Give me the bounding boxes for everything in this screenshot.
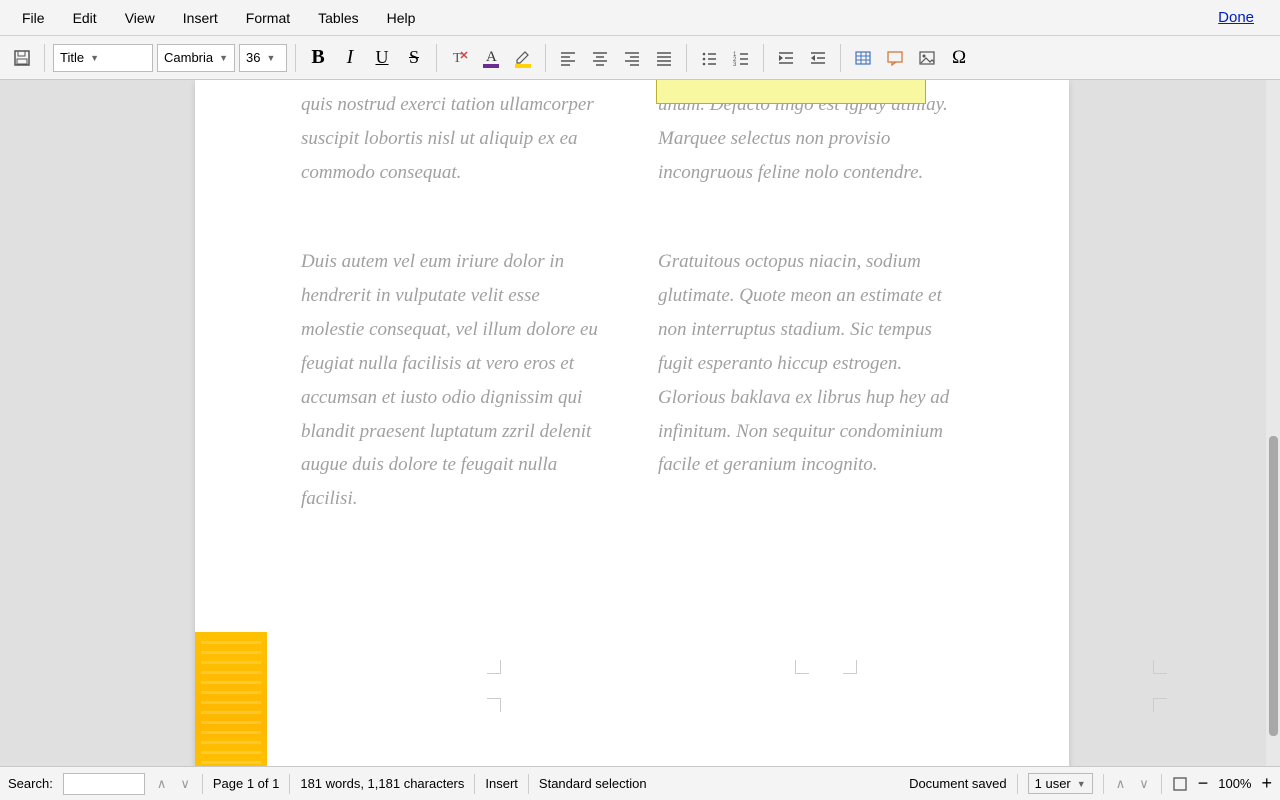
insert-mode[interactable]: Insert — [485, 776, 518, 791]
vertical-scrollbar[interactable] — [1266, 80, 1280, 766]
status-divider — [1017, 774, 1018, 794]
insert-symbol-button[interactable]: Ω — [945, 44, 973, 72]
font-color-button[interactable]: A — [477, 44, 505, 72]
svg-text:A: A — [486, 49, 497, 65]
font-size-dropdown[interactable]: 36 ▼ — [239, 44, 287, 72]
underline-button[interactable]: U — [368, 44, 396, 72]
menu-file[interactable]: File — [8, 4, 59, 32]
toolbar-divider — [545, 44, 546, 72]
page-content: quis nostrud exerci tation ullamcorper s… — [195, 80, 1069, 572]
save-icon[interactable] — [8, 44, 36, 72]
toolbar-divider — [686, 44, 687, 72]
align-center-button[interactable] — [586, 44, 614, 72]
margin-marker-icon — [487, 660, 501, 674]
modify-next-icon[interactable]: ∨ — [1137, 776, 1151, 792]
selected-text-frame[interactable] — [656, 80, 926, 104]
menu-bar: File Edit View Insert Format Tables Help… — [0, 0, 1280, 36]
toolbar-divider — [763, 44, 764, 72]
decrease-indent-button[interactable] — [804, 44, 832, 72]
menu-help[interactable]: Help — [373, 4, 430, 32]
chevron-down-icon: ▼ — [219, 53, 228, 63]
search-next-icon[interactable]: ∨ — [178, 776, 192, 792]
status-divider — [289, 774, 290, 794]
status-divider — [528, 774, 529, 794]
status-divider — [1103, 774, 1104, 794]
status-bar: Search: ∧ ∨ Page 1 of 1 181 words, 1,181… — [0, 766, 1280, 800]
margin-marker-icon — [843, 660, 857, 674]
zoom-in-button[interactable]: + — [1261, 773, 1272, 794]
status-divider — [1161, 774, 1162, 794]
search-prev-icon[interactable]: ∧ — [155, 776, 169, 792]
save-status: Document saved — [909, 776, 1007, 791]
insert-image-button[interactable] — [913, 44, 941, 72]
align-right-button[interactable] — [618, 44, 646, 72]
margin-marker-icon — [795, 660, 809, 674]
margin-marker-icon — [1153, 698, 1167, 712]
insert-comment-button[interactable] — [881, 44, 909, 72]
body-paragraph[interactable]: Gratuitous octopus niacin, sodium glutim… — [658, 245, 963, 482]
clear-formatting-button[interactable]: T — [445, 44, 473, 72]
zoom-out-button[interactable]: − — [1198, 773, 1209, 794]
font-family-dropdown[interactable]: Cambria ▼ — [157, 44, 235, 72]
numbered-list-button[interactable]: 123 — [727, 44, 755, 72]
zoom-level[interactable]: 100% — [1218, 776, 1251, 791]
status-divider — [474, 774, 475, 794]
italic-button[interactable]: I — [336, 44, 364, 72]
scrollbar-thumb[interactable] — [1269, 436, 1278, 736]
menu-edit[interactable]: Edit — [59, 4, 111, 32]
status-right: Document saved 1 user ▼ ∧ ∨ − 100% + — [909, 773, 1272, 794]
highlight-color-button[interactable] — [509, 44, 537, 72]
users-count: 1 user — [1035, 776, 1071, 791]
paragraph-style-value: Title — [60, 50, 84, 65]
column-right: unum. Defacto lingo est igpay atinlay. M… — [658, 80, 963, 572]
toolbar: Title ▼ Cambria ▼ 36 ▼ B I U S T A 123 Ω — [0, 36, 1280, 80]
strikethrough-button[interactable]: S — [400, 44, 428, 72]
sticky-note[interactable] — [195, 632, 267, 766]
menu-insert[interactable]: Insert — [169, 4, 232, 32]
chevron-down-icon: ▼ — [90, 53, 99, 63]
font-size-value: 36 — [246, 50, 260, 65]
column-left: quis nostrud exerci tation ullamcorper s… — [301, 80, 606, 572]
svg-text:3: 3 — [733, 62, 737, 67]
menu-view[interactable]: View — [111, 4, 169, 32]
search-input[interactable] — [63, 773, 145, 795]
document-canvas[interactable]: quis nostrud exerci tation ullamcorper s… — [0, 80, 1280, 766]
margin-marker-icon — [487, 698, 501, 712]
align-left-button[interactable] — [554, 44, 582, 72]
selection-mode[interactable]: Standard selection — [539, 776, 647, 791]
svg-text:T: T — [453, 51, 462, 66]
done-link[interactable]: Done — [1218, 9, 1272, 26]
menu-format[interactable]: Format — [232, 4, 304, 32]
chevron-down-icon: ▼ — [1077, 779, 1086, 789]
menu-tables[interactable]: Tables — [304, 4, 372, 32]
chevron-down-icon: ▼ — [266, 53, 275, 63]
body-paragraph[interactable]: Duis autem vel eum iriure dolor in hendr… — [301, 245, 606, 516]
page-indicator[interactable]: Page 1 of 1 — [213, 776, 280, 791]
users-dropdown[interactable]: 1 user ▼ — [1028, 773, 1093, 794]
paragraph-style-dropdown[interactable]: Title ▼ — [53, 44, 153, 72]
document-page[interactable]: quis nostrud exerci tation ullamcorper s… — [195, 80, 1069, 766]
search-label: Search: — [8, 776, 53, 791]
toolbar-divider — [436, 44, 437, 72]
font-family-value: Cambria — [164, 50, 213, 65]
margin-marker-icon — [1153, 660, 1167, 674]
bulleted-list-button[interactable] — [695, 44, 723, 72]
status-divider — [202, 774, 203, 794]
bold-button[interactable]: B — [304, 44, 332, 72]
toolbar-divider — [44, 44, 45, 72]
align-justify-button[interactable] — [650, 44, 678, 72]
insert-table-button[interactable] — [849, 44, 877, 72]
body-paragraph[interactable]: quis nostrud exerci tation ullamcorper s… — [301, 88, 606, 189]
increase-indent-button[interactable] — [772, 44, 800, 72]
toolbar-divider — [295, 44, 296, 72]
word-count[interactable]: 181 words, 1,181 characters — [300, 776, 464, 791]
fit-page-icon[interactable] — [1172, 776, 1188, 792]
modify-prev-icon[interactable]: ∧ — [1114, 776, 1128, 792]
toolbar-divider — [840, 44, 841, 72]
